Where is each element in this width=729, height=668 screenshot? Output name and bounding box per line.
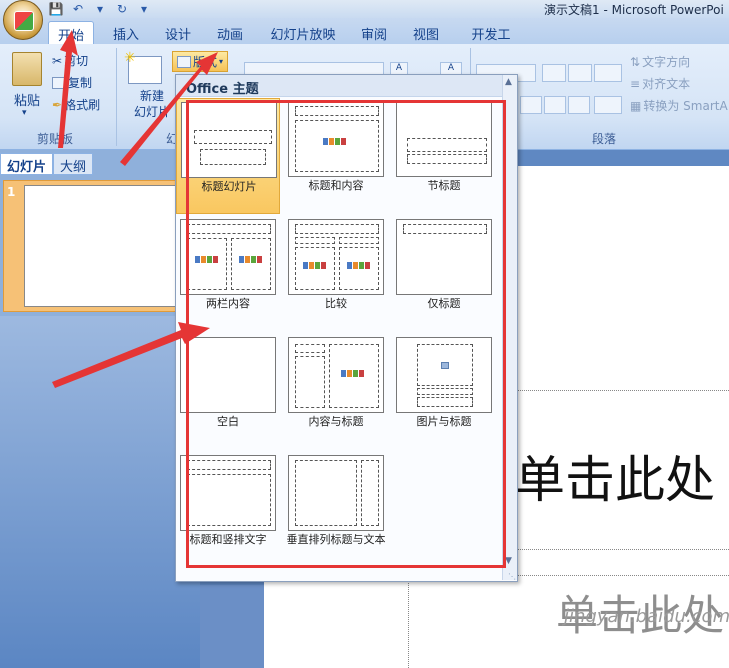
paste-icon[interactable] <box>12 52 42 86</box>
align-right-button[interactable] <box>544 96 566 114</box>
new-slide-button[interactable]: 新建 幻灯片 <box>134 88 170 120</box>
dropdown-icon[interactable]: ▾ <box>92 2 108 16</box>
line-spacing-button[interactable] <box>594 64 622 82</box>
window-title: 演示文稿1 - Microsoft PowerPoi <box>544 3 724 17</box>
watermark: jingyan.baidu.com <box>564 606 729 627</box>
sparkle-icon: ✳ <box>124 50 136 66</box>
pane-tabs: 幻灯片 大纲 <box>0 153 94 175</box>
save-icon[interactable]: 💾 <box>48 2 64 16</box>
pane-background <box>0 316 200 668</box>
tab-insert[interactable]: 插入 <box>104 21 148 44</box>
align-text-icon: ≡ <box>630 76 641 91</box>
office-logo-icon <box>14 11 34 31</box>
layout-button[interactable]: 版式 ▾ <box>172 51 229 72</box>
scroll-down-icon[interactable]: ▼ <box>505 556 512 566</box>
tab-animation[interactable]: 动画 <box>208 21 252 44</box>
paste-button[interactable]: 粘贴 <box>14 90 40 109</box>
title-placeholder-text[interactable]: 单击此处 <box>515 440 715 512</box>
tab-review[interactable]: 审阅 <box>352 21 396 44</box>
slide-number: 1 <box>7 185 16 199</box>
layout-icon <box>177 55 191 68</box>
clipboard-group-label: 剪贴板 <box>36 132 73 146</box>
justify-button[interactable] <box>568 96 590 114</box>
annotation-highlight-box <box>186 100 506 568</box>
paste-dropdown-icon[interactable]: ▾ <box>22 108 27 118</box>
columns-button[interactable] <box>594 96 622 114</box>
resize-grip-icon[interactable]: ⋱ <box>508 572 516 581</box>
slide-thumbnail[interactable] <box>24 185 194 307</box>
text-direction-icon: ⇅ <box>630 54 641 69</box>
quick-access-toolbar: 💾 ↶ ▾ ↻ ▾ <box>48 0 152 18</box>
tab-slideshow[interactable]: 幻灯片放映 <box>262 21 344 44</box>
gallery-header-title: Office 主题 <box>186 82 259 97</box>
scroll-up-icon[interactable]: ▲ <box>505 77 512 87</box>
brush-icon: ✒ <box>52 97 63 112</box>
text-direction-button[interactable]: ⇅ 文字方向 <box>630 53 690 70</box>
copy-icon <box>52 76 66 89</box>
format-painter-button[interactable]: ✒ 格式刷 <box>52 96 100 113</box>
decrease-indent-button[interactable] <box>542 64 566 82</box>
separator <box>116 48 117 146</box>
undo-icon[interactable]: ↶ <box>70 2 86 16</box>
tab-developer[interactable]: 开发工具 <box>458 21 524 62</box>
editor-margin <box>200 585 264 668</box>
tab-view[interactable]: 视图 <box>404 21 448 44</box>
redo-icon[interactable]: ↻ <box>114 2 130 16</box>
increase-indent-button[interactable] <box>568 64 592 82</box>
tab-home[interactable]: 开始 <box>48 21 94 44</box>
align-center-button[interactable] <box>520 96 542 114</box>
customize-qat-icon[interactable]: ▾ <box>136 2 152 16</box>
office-button[interactable] <box>3 0 43 40</box>
tab-slides[interactable]: 幻灯片 <box>0 153 54 175</box>
chevron-down-icon: ▾ <box>219 57 224 66</box>
ribbon-tabs: 开始 插入 设计 动画 幻灯片放映 审阅 视图 开发工具 <box>0 18 729 62</box>
smartart-icon: ▦ <box>630 98 642 113</box>
cut-button[interactable]: ✂ 剪切 <box>52 52 88 69</box>
scissors-icon: ✂ <box>52 53 63 68</box>
tab-design[interactable]: 设计 <box>156 21 200 44</box>
convert-smartart-button[interactable]: ▦ 转换为 SmartA <box>630 97 728 114</box>
copy-button[interactable]: 复制 <box>52 74 92 91</box>
tab-outline[interactable]: 大纲 <box>53 153 94 175</box>
align-text-button[interactable]: ≡ 对齐文本 <box>630 75 690 92</box>
paragraph-group-label: 段落 <box>591 132 616 146</box>
